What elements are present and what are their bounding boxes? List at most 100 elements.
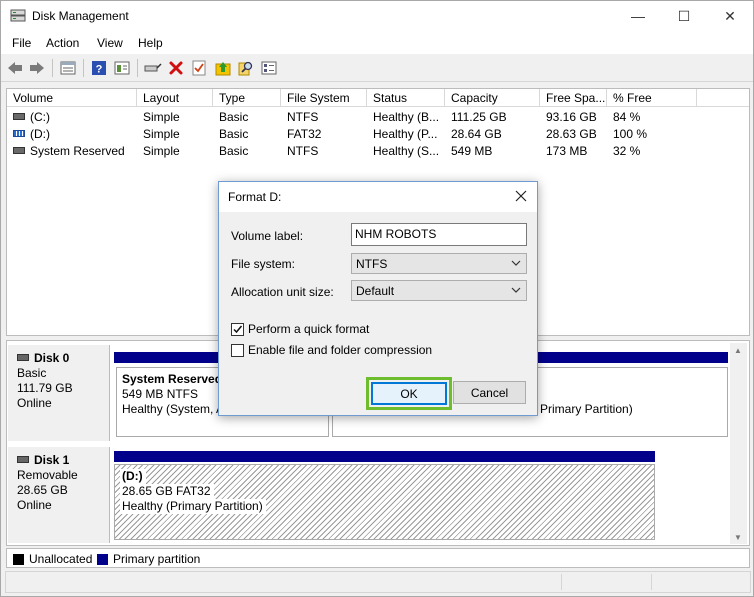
column-header-type[interactable]: Type: [213, 89, 281, 107]
volume-label-caption: Volume label:: [231, 229, 304, 243]
allocation-size-caption: Allocation unit size:: [231, 285, 334, 299]
dialog-close-button[interactable]: [511, 186, 531, 206]
disk-icon: [17, 456, 29, 464]
capacity-cell: 28.64 GB: [451, 127, 502, 141]
minimize-button[interactable]: —: [615, 1, 661, 31]
file-system-cell: FAT32: [287, 127, 322, 141]
quick-format-checkbox[interactable]: Perform a quick format: [231, 322, 369, 336]
folder-up-icon[interactable]: [214, 59, 232, 77]
volume-cell: (D:): [7, 126, 137, 143]
partition-name: (D:): [120, 469, 146, 484]
format-dialog: Format D: Volume label: NHM ROBOTS File …: [218, 181, 538, 416]
partition-d-drive[interactable]: (D:) 28.65 GB FAT32 Healthy (Primary Par…: [114, 464, 655, 540]
forward-icon[interactable]: [28, 59, 46, 77]
menu-bar: File Action View Help: [1, 32, 753, 54]
partition-size: 28.65 GB FAT32: [120, 484, 214, 499]
free-space-cell: 93.16 GB: [546, 110, 597, 124]
type-cell: Basic: [219, 127, 249, 141]
status-cell: Healthy (S...: [373, 144, 440, 158]
partition-header-bar: [114, 451, 655, 462]
table-row[interactable]: System Reserved Simple Basic NTFS Health…: [7, 143, 749, 160]
disk-kind: Basic: [17, 366, 47, 380]
volume-icon: [13, 147, 25, 155]
chevron-down-icon: [511, 260, 521, 266]
volume-list-header: Volume Layout Type File System Status Ca…: [7, 89, 749, 107]
connect-icon[interactable]: [144, 59, 162, 77]
search-icon[interactable]: [237, 59, 255, 77]
type-cell: Basic: [219, 144, 249, 158]
menu-view[interactable]: View: [97, 36, 123, 50]
compression-checkbox[interactable]: Enable file and folder compression: [231, 343, 432, 357]
allocation-size-select[interactable]: Default: [351, 280, 527, 301]
menu-file[interactable]: File: [12, 36, 31, 50]
column-header-volume[interactable]: Volume: [7, 89, 137, 107]
toolbar: ?: [1, 54, 753, 82]
vertical-scrollbar[interactable]: ▲ ▼: [730, 343, 747, 544]
status-cell: Healthy (P...: [373, 127, 438, 141]
layout-cell: Simple: [143, 110, 180, 124]
percent-free-cell: 100 %: [613, 127, 648, 141]
checkbox-checked[interactable]: [231, 322, 244, 336]
file-system-value: NTFS: [356, 257, 388, 271]
delete-icon[interactable]: [167, 59, 185, 77]
chevron-down-icon: [511, 287, 521, 293]
column-header-capacity[interactable]: Capacity: [445, 89, 540, 107]
checkmark-icon: [233, 325, 243, 333]
primary-swatch: [97, 553, 108, 565]
volume-cell: (C:): [7, 109, 137, 126]
file-system-select[interactable]: NTFS: [351, 253, 527, 274]
legend-label: Unallocated: [29, 552, 93, 566]
list-view-icon[interactable]: [59, 59, 77, 77]
legend-item-unallocated: Unallocated: [13, 552, 92, 566]
legend-label: Primary partition: [113, 552, 201, 566]
menu-help[interactable]: Help: [138, 36, 163, 50]
layout-cell: Simple: [143, 127, 180, 141]
cancel-button[interactable]: Cancel: [453, 381, 526, 404]
capacity-cell: 549 MB: [451, 144, 493, 158]
ok-highlight: OK: [366, 377, 452, 410]
column-header-percent-free[interactable]: % Free: [607, 89, 697, 107]
volume-cell: System Reserved: [7, 143, 137, 160]
disk-size: 111.79 GB: [17, 381, 73, 395]
column-header-free-space[interactable]: Free Spa...: [540, 89, 607, 107]
column-header-file-system[interactable]: File System: [281, 89, 367, 107]
table-row[interactable]: (D:) Simple Basic FAT32 Healthy (P... 28…: [7, 126, 749, 143]
percent-free-cell: 84 %: [613, 110, 641, 124]
volume-name: (C:): [30, 110, 50, 124]
disk-0-label[interactable]: Disk 0 Basic 111.79 GB Online: [8, 345, 110, 441]
disk-kind: Removable: [17, 468, 78, 482]
scroll-up-icon[interactable]: ▲: [734, 346, 742, 355]
back-icon[interactable]: [6, 59, 24, 77]
volume-label-value: NHM ROBOTS: [355, 227, 437, 241]
disk-management-window: Disk Management — ☐ ✕ File Action View H…: [0, 0, 754, 597]
checkbox-unchecked[interactable]: [231, 343, 244, 357]
disk-management-app-icon: [10, 9, 26, 22]
disk-state: Online: [17, 498, 52, 512]
settings-list-icon[interactable]: [260, 59, 278, 77]
allocation-size-value: Default: [356, 284, 395, 298]
volume-icon: [13, 113, 25, 121]
disk-icon: [17, 354, 29, 362]
status-divider: [561, 574, 562, 590]
maximize-button[interactable]: ☐: [661, 1, 707, 31]
status-bar: [5, 571, 751, 593]
column-header-status[interactable]: Status: [367, 89, 445, 107]
disk-1-label[interactable]: Disk 1 Removable 28.65 GB Online: [8, 447, 110, 543]
disk-name: Disk 0: [34, 351, 70, 365]
column-header-layout[interactable]: Layout: [137, 89, 213, 107]
table-row[interactable]: (C:) Simple Basic NTFS Healthy (B... 111…: [7, 109, 749, 126]
help-icon[interactable]: ?: [90, 59, 108, 77]
ok-button[interactable]: OK: [371, 382, 447, 405]
toolbar-separator: [83, 59, 84, 77]
checklist-icon[interactable]: [190, 59, 208, 77]
svg-text:?: ?: [96, 64, 103, 76]
menu-action[interactable]: Action: [46, 36, 79, 50]
close-window-button[interactable]: ✕: [707, 1, 753, 31]
disk-size: 28.65 GB: [17, 483, 68, 497]
percent-free-cell: 32 %: [613, 144, 641, 158]
volume-label-input[interactable]: NHM ROBOTS: [351, 223, 527, 246]
dialog-title: Format D:: [228, 190, 282, 204]
scroll-down-icon[interactable]: ▼: [734, 533, 742, 542]
partition-status: Healthy (Primary Partition): [120, 499, 266, 514]
properties-icon[interactable]: [113, 59, 131, 77]
